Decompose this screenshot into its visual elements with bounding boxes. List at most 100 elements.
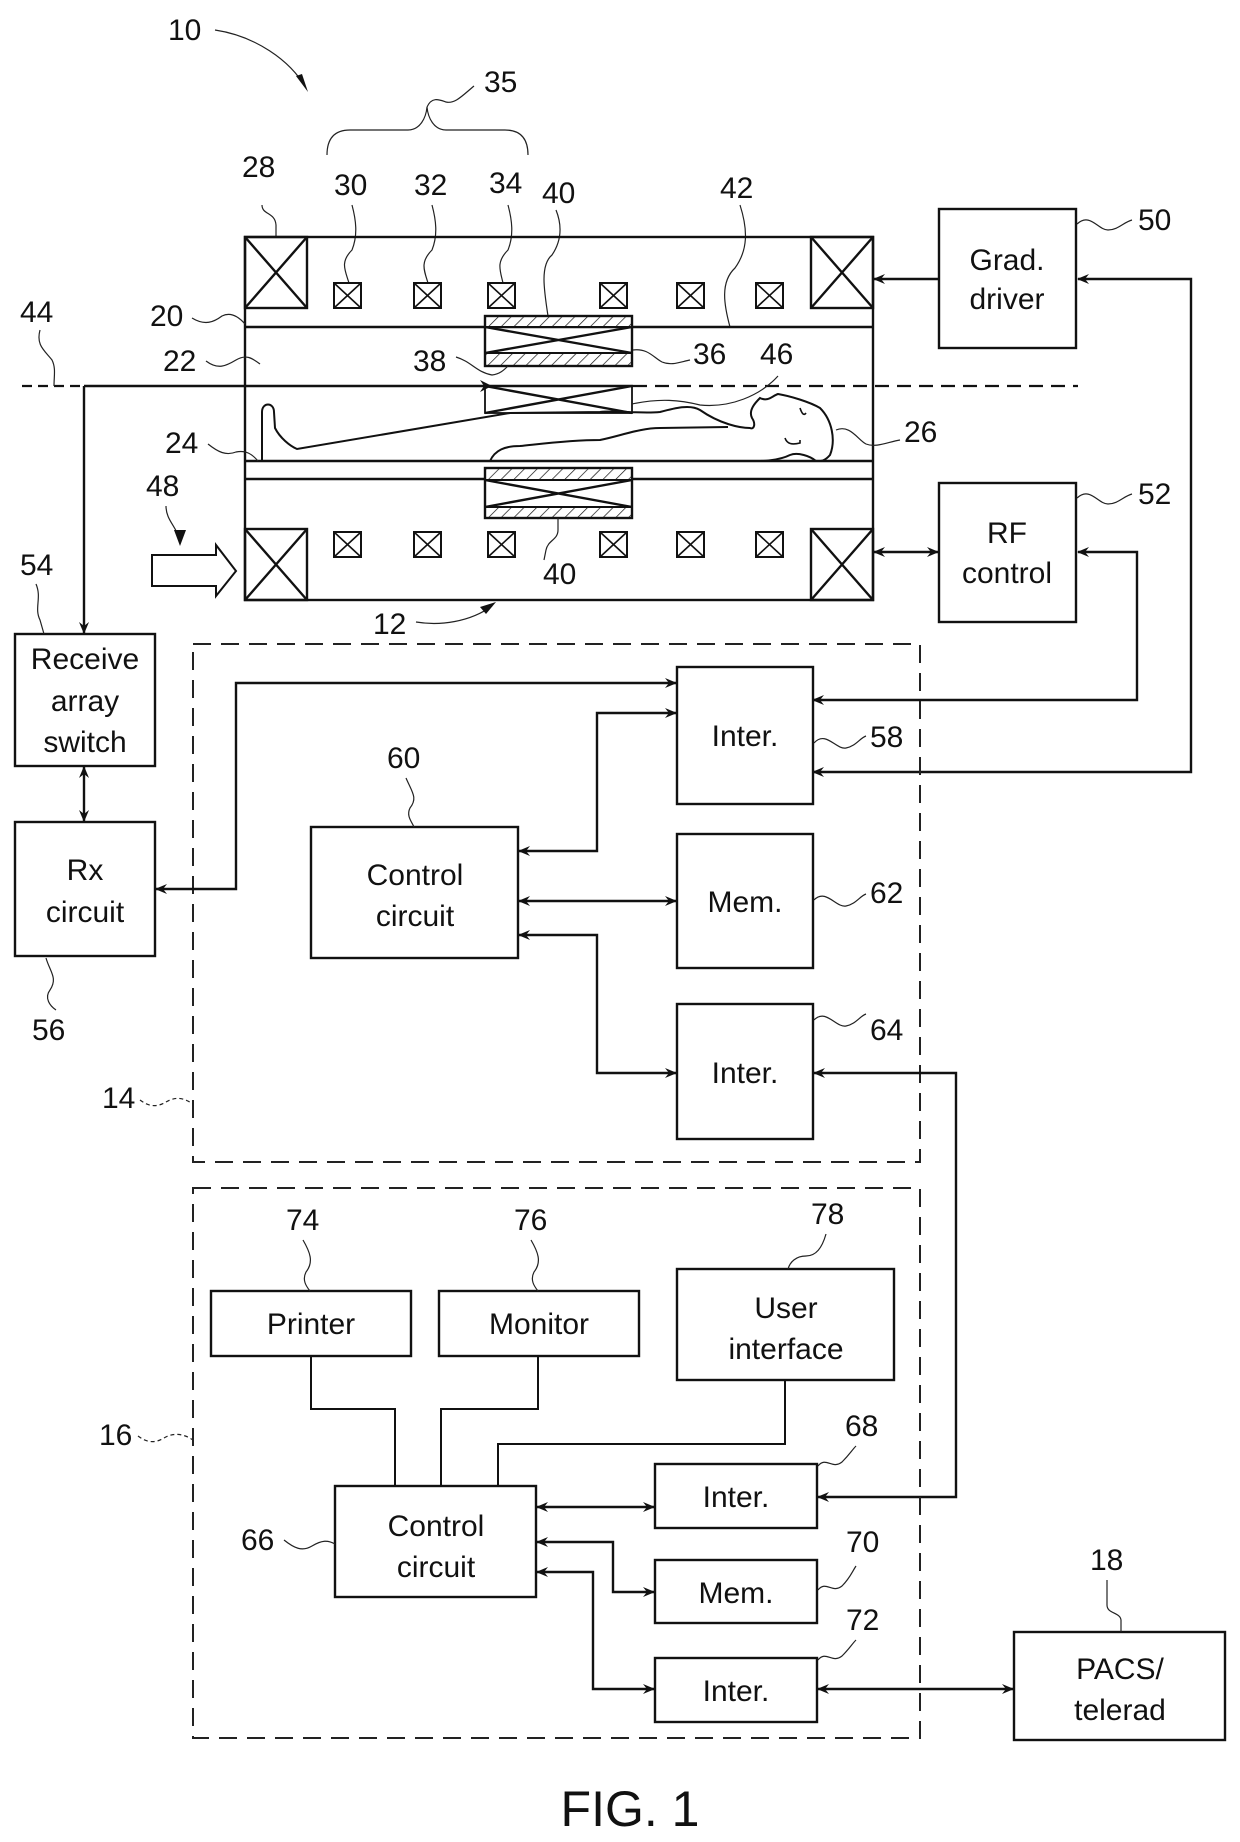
- ref-label-50: 50: [1138, 204, 1171, 237]
- ref-label-68: 68: [845, 1410, 878, 1443]
- scanner-housing: [243, 235, 875, 602]
- monitor-label: Monitor: [489, 1308, 589, 1341]
- ref-label-32: 32: [414, 169, 447, 202]
- leader-36: [632, 349, 691, 365]
- leader-52: [1076, 493, 1133, 505]
- ref-label-28: 28: [242, 151, 275, 184]
- leader-34: [499, 204, 513, 284]
- rf-control-box[interactable]: [937, 481, 1078, 624]
- gradient-coil-top-5: [676, 282, 705, 309]
- ref-label-10: 10: [168, 14, 201, 47]
- receive-switch-line1: Receive: [31, 643, 139, 676]
- ref-label-42: 42: [720, 172, 753, 205]
- leader-74: [302, 1239, 312, 1292]
- mri-system-diagram: 10 35 28 30 32 34 40 42 44 20 22 38 24 4…: [13, 14, 1227, 1837]
- ref-label-34: 34: [489, 167, 522, 200]
- leader-12: [415, 605, 493, 625]
- inter-58-label: Inter.: [712, 720, 779, 753]
- rf-coil-36-bottom: [483, 466, 634, 520]
- inter-72-label: Inter.: [703, 1675, 770, 1708]
- ref-label-48: 48: [146, 470, 179, 503]
- ref-label-72: 72: [846, 1604, 879, 1637]
- leader-58: [813, 735, 867, 749]
- gradient-coil-bottom-6: [755, 531, 784, 558]
- leader-78: [787, 1233, 827, 1270]
- control-66-line2: circuit: [397, 1551, 476, 1584]
- leader-76: [530, 1239, 540, 1292]
- printer-wire: [310, 1356, 396, 1486]
- user-interface-line1: User: [754, 1292, 817, 1325]
- control66-inter72-wire: [536, 1567, 655, 1694]
- ref-label-70: 70: [846, 1526, 879, 1559]
- rx-circuit-line2: circuit: [46, 896, 125, 929]
- ref-label-74: 74: [286, 1204, 319, 1237]
- rf-control-line2: control: [962, 557, 1052, 590]
- ref-label-40-top: 40: [542, 177, 575, 210]
- arrowhead-10: [296, 74, 308, 92]
- ref-label-52: 52: [1138, 478, 1171, 511]
- leader-28: [261, 204, 277, 237]
- ref-label-14: 14: [102, 1082, 135, 1115]
- leader-40-top: [543, 209, 561, 317]
- ref-label-36: 36: [693, 338, 726, 371]
- ref-label-30: 30: [334, 169, 367, 202]
- ref-label-24: 24: [165, 427, 198, 460]
- leader-72: [817, 1639, 857, 1661]
- leader-66: [283, 1539, 336, 1550]
- grad-driver-line1: Grad.: [969, 244, 1044, 277]
- rf-coil-36-top: [483, 314, 634, 368]
- insertion-arrow-48: [151, 542, 238, 599]
- leader-22: [205, 356, 261, 367]
- leader-35: [426, 85, 475, 108]
- control-66-line1: Control: [388, 1510, 485, 1543]
- gradient-coil-top-2: [413, 282, 442, 309]
- gradient-coil-bottom-4: [599, 531, 628, 558]
- leader-18: [1106, 1580, 1122, 1632]
- leader-54: [35, 583, 45, 635]
- leader-16: [137, 1433, 194, 1443]
- ref-label-64: 64: [870, 1014, 903, 1047]
- ref-label-56: 56: [32, 1014, 65, 1047]
- pacs-line1: PACS/: [1076, 1653, 1164, 1686]
- ref-label-20: 20: [150, 300, 183, 333]
- ref-label-35: 35: [484, 66, 517, 99]
- ref-label-54: 54: [20, 549, 53, 582]
- grad-driver-line2: driver: [969, 283, 1044, 316]
- control60-inter64-wire: [518, 930, 677, 1078]
- leader-24: [207, 443, 259, 462]
- control60-inter58-wire: [518, 708, 677, 856]
- leader-30: [343, 204, 357, 284]
- ref-label-38: 38: [413, 345, 446, 378]
- ref-label-60: 60: [387, 742, 420, 775]
- ref-label-76: 76: [514, 1204, 547, 1237]
- monitor-wire: [440, 1356, 539, 1486]
- ref-label-18: 18: [1090, 1544, 1123, 1577]
- leader-40-bottom: [543, 518, 559, 561]
- leader-60: [405, 777, 415, 828]
- user-interface-line2: interface: [728, 1333, 843, 1366]
- ref-label-46: 46: [760, 338, 793, 371]
- leader-42: [724, 204, 747, 328]
- rf-control-line1: RF: [987, 517, 1027, 550]
- inter-68-label: Inter.: [703, 1481, 770, 1514]
- leader-50: [1076, 219, 1133, 231]
- control-60-line1: Control: [367, 859, 464, 892]
- receive-switch-line2: array: [51, 685, 119, 718]
- leader-26: [835, 428, 901, 446]
- receive-switch-line3: switch: [43, 726, 126, 759]
- inter-64-label: Inter.: [712, 1057, 779, 1090]
- control-60-line2: circuit: [376, 900, 455, 933]
- rx-circuit-line1: Rx: [67, 854, 104, 887]
- grad-driver-box[interactable]: [937, 207, 1078, 350]
- rx-circuit-box[interactable]: [13, 820, 157, 958]
- control-circuit-60-box[interactable]: [309, 825, 520, 960]
- ref-label-12: 12: [373, 608, 406, 641]
- leader-64: [813, 1013, 867, 1027]
- pacs-line2: telerad: [1074, 1694, 1166, 1727]
- leader-20: [191, 313, 246, 325]
- gradient-coil-bottom-3: [487, 531, 516, 558]
- ref-label-16: 16: [99, 1419, 132, 1452]
- gradient-coil-bottom-1: [333, 531, 362, 558]
- ref-label-40-bottom: 40: [543, 558, 576, 591]
- ref-label-22: 22: [163, 345, 196, 378]
